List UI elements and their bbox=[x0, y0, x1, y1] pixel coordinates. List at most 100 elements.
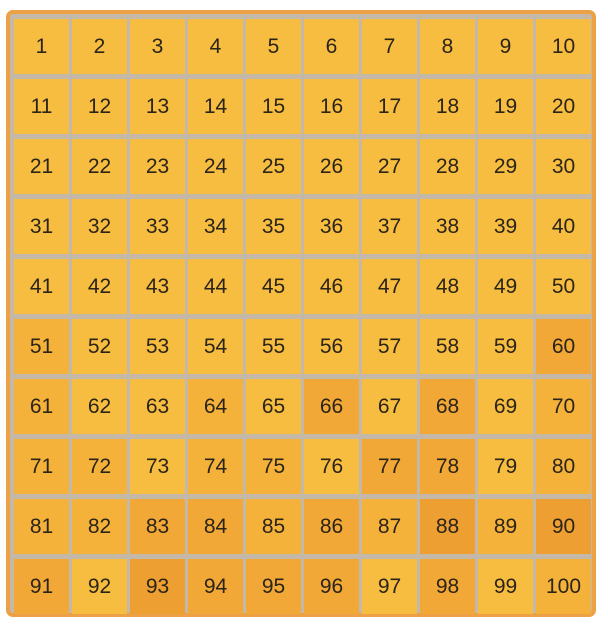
grid-cell[interactable]: 57 bbox=[362, 319, 417, 374]
grid-cell[interactable]: 28 bbox=[420, 139, 475, 194]
grid-cell[interactable]: 9 bbox=[478, 19, 533, 74]
grid-cell[interactable]: 33 bbox=[130, 199, 185, 254]
grid-cell[interactable]: 74 bbox=[188, 439, 243, 494]
grid-cell[interactable]: 18 bbox=[420, 79, 475, 134]
grid-cell[interactable]: 80 bbox=[536, 439, 591, 494]
grid-cell[interactable]: 75 bbox=[246, 439, 301, 494]
grid-cell[interactable]: 8 bbox=[420, 19, 475, 74]
grid-cell[interactable]: 47 bbox=[362, 259, 417, 314]
grid-cell[interactable]: 59 bbox=[478, 319, 533, 374]
grid-cell[interactable]: 45 bbox=[246, 259, 301, 314]
grid-cell[interactable]: 29 bbox=[478, 139, 533, 194]
grid-cell[interactable]: 48 bbox=[420, 259, 475, 314]
grid-cell[interactable]: 44 bbox=[188, 259, 243, 314]
grid-cell[interactable]: 69 bbox=[478, 379, 533, 434]
grid-cell[interactable]: 7 bbox=[362, 19, 417, 74]
grid-cell[interactable]: 90 bbox=[536, 499, 591, 554]
grid-cell[interactable]: 26 bbox=[304, 139, 359, 194]
grid-cell[interactable]: 30 bbox=[536, 139, 591, 194]
grid-cell[interactable]: 81 bbox=[14, 499, 69, 554]
grid-cell[interactable]: 1 bbox=[14, 19, 69, 74]
grid-cell[interactable]: 50 bbox=[536, 259, 591, 314]
grid-cell[interactable]: 2 bbox=[72, 19, 127, 74]
grid-cell[interactable]: 83 bbox=[130, 499, 185, 554]
grid-cell[interactable]: 77 bbox=[362, 439, 417, 494]
grid-cell[interactable]: 95 bbox=[246, 559, 301, 614]
grid-cell[interactable]: 66 bbox=[304, 379, 359, 434]
grid-cell[interactable]: 85 bbox=[246, 499, 301, 554]
grid-cell[interactable]: 41 bbox=[14, 259, 69, 314]
grid-cell[interactable]: 34 bbox=[188, 199, 243, 254]
grid-cell[interactable]: 52 bbox=[72, 319, 127, 374]
grid-cell[interactable]: 87 bbox=[362, 499, 417, 554]
grid-cell[interactable]: 82 bbox=[72, 499, 127, 554]
grid-cell[interactable]: 14 bbox=[188, 79, 243, 134]
grid-cell[interactable]: 4 bbox=[188, 19, 243, 74]
grid-cell[interactable]: 62 bbox=[72, 379, 127, 434]
grid-cell[interactable]: 89 bbox=[478, 499, 533, 554]
grid-cell[interactable]: 96 bbox=[304, 559, 359, 614]
grid-cell[interactable]: 86 bbox=[304, 499, 359, 554]
grid-cell[interactable]: 15 bbox=[246, 79, 301, 134]
grid-cell[interactable]: 32 bbox=[72, 199, 127, 254]
grid-cell[interactable]: 73 bbox=[130, 439, 185, 494]
grid-cell[interactable]: 58 bbox=[420, 319, 475, 374]
grid-cell[interactable]: 27 bbox=[362, 139, 417, 194]
grid-cell[interactable]: 25 bbox=[246, 139, 301, 194]
grid-cell[interactable]: 54 bbox=[188, 319, 243, 374]
grid-cell[interactable]: 40 bbox=[536, 199, 591, 254]
grid-cell[interactable]: 19 bbox=[478, 79, 533, 134]
grid-cell[interactable]: 70 bbox=[536, 379, 591, 434]
grid-cell[interactable]: 46 bbox=[304, 259, 359, 314]
grid-cell[interactable]: 97 bbox=[362, 559, 417, 614]
grid-cell[interactable]: 100 bbox=[536, 559, 591, 614]
grid-cell[interactable]: 5 bbox=[246, 19, 301, 74]
grid-cell[interactable]: 88 bbox=[420, 499, 475, 554]
grid-cell[interactable]: 10 bbox=[536, 19, 591, 74]
grid-cell[interactable]: 3 bbox=[130, 19, 185, 74]
grid-cell[interactable]: 98 bbox=[420, 559, 475, 614]
grid-cell[interactable]: 13 bbox=[130, 79, 185, 134]
grid-cell[interactable]: 63 bbox=[130, 379, 185, 434]
grid-cell[interactable]: 68 bbox=[420, 379, 475, 434]
grid-cell[interactable]: 16 bbox=[304, 79, 359, 134]
grid-cell[interactable]: 11 bbox=[14, 79, 69, 134]
grid-cell[interactable]: 36 bbox=[304, 199, 359, 254]
grid-cell[interactable]: 61 bbox=[14, 379, 69, 434]
grid-cell[interactable]: 94 bbox=[188, 559, 243, 614]
grid-cell[interactable]: 35 bbox=[246, 199, 301, 254]
grid-cell[interactable]: 78 bbox=[420, 439, 475, 494]
grid-cell[interactable]: 60 bbox=[536, 319, 591, 374]
grid-cell[interactable]: 43 bbox=[130, 259, 185, 314]
grid-cell[interactable]: 56 bbox=[304, 319, 359, 374]
grid-cell[interactable]: 93 bbox=[130, 559, 185, 614]
grid-cell[interactable]: 42 bbox=[72, 259, 127, 314]
grid-cell[interactable]: 12 bbox=[72, 79, 127, 134]
grid-cell[interactable]: 23 bbox=[130, 139, 185, 194]
grid-cell[interactable]: 55 bbox=[246, 319, 301, 374]
grid-cell[interactable]: 72 bbox=[72, 439, 127, 494]
grid-cell[interactable]: 37 bbox=[362, 199, 417, 254]
grid-cell[interactable]: 51 bbox=[14, 319, 69, 374]
grid-cell[interactable]: 20 bbox=[536, 79, 591, 134]
grid-cell[interactable]: 67 bbox=[362, 379, 417, 434]
grid-cell[interactable]: 91 bbox=[14, 559, 69, 614]
grid-cell[interactable]: 71 bbox=[14, 439, 69, 494]
grid-cell[interactable]: 38 bbox=[420, 199, 475, 254]
grid-cell[interactable]: 24 bbox=[188, 139, 243, 194]
grid-cell[interactable]: 65 bbox=[246, 379, 301, 434]
grid-cell[interactable]: 6 bbox=[304, 19, 359, 74]
grid-cell[interactable]: 92 bbox=[72, 559, 127, 614]
grid-cell[interactable]: 99 bbox=[478, 559, 533, 614]
grid-cell[interactable]: 79 bbox=[478, 439, 533, 494]
grid-cell[interactable]: 84 bbox=[188, 499, 243, 554]
grid-cell[interactable]: 17 bbox=[362, 79, 417, 134]
grid-cell[interactable]: 39 bbox=[478, 199, 533, 254]
grid-cell[interactable]: 22 bbox=[72, 139, 127, 194]
grid-cell[interactable]: 76 bbox=[304, 439, 359, 494]
grid-cell[interactable]: 21 bbox=[14, 139, 69, 194]
grid-cell[interactable]: 49 bbox=[478, 259, 533, 314]
grid-cell[interactable]: 53 bbox=[130, 319, 185, 374]
grid-cell[interactable]: 31 bbox=[14, 199, 69, 254]
grid-cell[interactable]: 64 bbox=[188, 379, 243, 434]
